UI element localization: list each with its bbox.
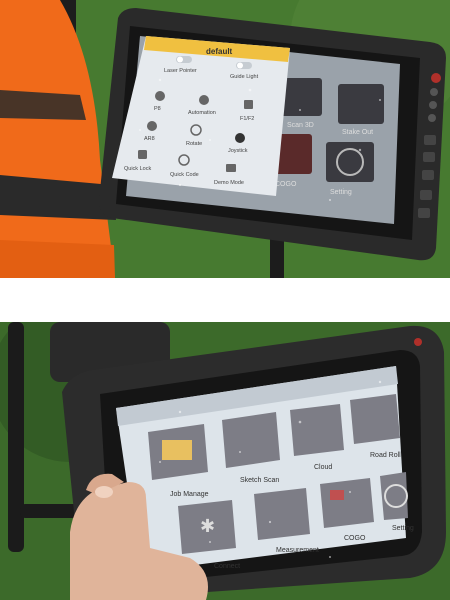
menu-item-label: Rotate bbox=[186, 141, 202, 147]
p8-icon bbox=[155, 91, 165, 101]
photo-gap bbox=[0, 278, 450, 322]
app-label: COGO bbox=[344, 535, 366, 542]
toggle-label: Guide Light bbox=[230, 74, 259, 80]
bg-app-label: Setting bbox=[330, 189, 352, 196]
menu-item-label: F1/F2 bbox=[240, 116, 254, 122]
ar8-icon bbox=[147, 121, 157, 131]
power-led bbox=[414, 338, 422, 346]
menu-title: default bbox=[206, 47, 233, 56]
app-label: Sketch Scan bbox=[240, 477, 279, 484]
menu-item-label: Quick Lock bbox=[124, 166, 151, 172]
f1f2-icon bbox=[244, 100, 253, 109]
bg-app-label: Stake Out bbox=[342, 129, 373, 136]
app-label: Cloud bbox=[314, 464, 332, 471]
bottom-photo: Job Manage Sketch Scan Cloud Road Roll ✱… bbox=[0, 322, 450, 600]
cogo-icon bbox=[330, 490, 344, 500]
top-photo-scene: Scan 3D Stake Out COGO Setting default L… bbox=[0, 0, 450, 278]
bluetooth-icon: ✱ bbox=[200, 516, 215, 536]
menu-item-label: Automation bbox=[188, 110, 216, 116]
demo-icon bbox=[226, 164, 236, 172]
antenna bbox=[8, 322, 24, 552]
menu-item-label: Demo Mode bbox=[214, 180, 244, 186]
top-photo: Scan 3D Stake Out COGO Setting default L… bbox=[0, 0, 450, 278]
bg-app-label: Scan 3D bbox=[287, 122, 314, 129]
folder-icon bbox=[162, 440, 192, 460]
automation-icon bbox=[199, 95, 209, 105]
lock-icon bbox=[138, 150, 147, 159]
menu-item-label: Joystick bbox=[228, 148, 248, 154]
toggle-label: Laser Pointer bbox=[164, 68, 197, 74]
joystick-icon bbox=[235, 133, 245, 143]
menu-item-label: P8 bbox=[154, 106, 161, 112]
thumbnail bbox=[95, 486, 113, 498]
app-label: Job Manage bbox=[170, 491, 209, 498]
bottom-photo-scene: Job Manage Sketch Scan Cloud Road Roll ✱… bbox=[0, 322, 450, 600]
menu-item-label: Quick Code bbox=[170, 172, 199, 178]
bg-app-label: COGO bbox=[275, 181, 297, 188]
app-label: Setting bbox=[392, 525, 414, 532]
menu-item-label: AR8 bbox=[144, 136, 155, 142]
app-label: Connect bbox=[214, 563, 240, 570]
app-label: Measurement bbox=[276, 547, 319, 554]
app-label: Road Roll bbox=[370, 452, 401, 459]
